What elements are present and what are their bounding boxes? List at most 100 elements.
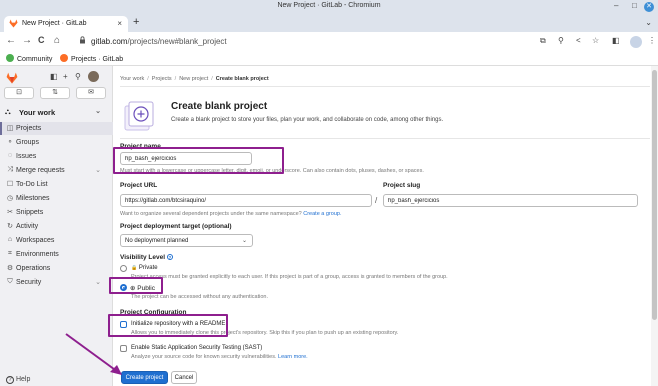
visibility-public-help: The project can be accessed without any … bbox=[131, 294, 268, 300]
sidebar-item-workspaces[interactable]: ⌂ Workspaces bbox=[0, 234, 113, 247]
visibility-public-radio[interactable] bbox=[120, 284, 127, 291]
site-info-icon[interactable] bbox=[79, 36, 86, 44]
info-icon[interactable]: ? bbox=[166, 254, 173, 260]
sidebar-item-security[interactable]: ⛉ Security ⌄ bbox=[0, 276, 113, 289]
cancel-button[interactable]: Cancel bbox=[171, 371, 197, 384]
sidebar-item-todo-list[interactable]: ☐ To-Do List bbox=[0, 178, 113, 191]
reload-icon[interactable]: C bbox=[38, 35, 45, 45]
visibility-public-label[interactable]: ⊕ Public bbox=[130, 284, 155, 292]
visibility-private-label[interactable]: 🔒 Private bbox=[131, 265, 158, 271]
sidebar-item-operations[interactable]: ⚙ Operations bbox=[0, 262, 113, 275]
sidebar-item-label: Security bbox=[16, 279, 42, 286]
sidebar-item-projects[interactable]: ◫ Projects bbox=[0, 122, 113, 135]
bookmark-star-icon[interactable]: ☆ bbox=[592, 36, 599, 45]
sidebar-item-environments[interactable]: ⌗ Environments bbox=[0, 248, 113, 261]
workspace-icon: ⌂ bbox=[7, 236, 13, 243]
todos-counter[interactable]: ✉ bbox=[76, 87, 106, 99]
browser-tab[interactable]: New Project · GitLab × bbox=[4, 16, 128, 32]
chevron-down-icon: ⌄ bbox=[95, 108, 101, 115]
help-icon: ? bbox=[6, 376, 14, 384]
page-scrollbar[interactable] bbox=[651, 66, 658, 386]
deployment-target-select[interactable]: No deployment planned ⌄ bbox=[120, 234, 253, 247]
forward-icon[interactable]: → bbox=[22, 35, 32, 46]
search-icon[interactable]: ⚲ bbox=[75, 72, 81, 81]
readme-checkbox[interactable] bbox=[120, 321, 127, 328]
help-link[interactable]: ? Help bbox=[6, 376, 30, 384]
project-icon: ◫ bbox=[6, 125, 14, 132]
breadcrumb: Your work / Projects / New project / Create bl… bbox=[120, 76, 269, 82]
maximize-button[interactable]: □ bbox=[632, 1, 637, 10]
lock-icon: 🔒 bbox=[131, 265, 138, 271]
sidebar-toggle-icon[interactable]: ◧ bbox=[50, 72, 58, 81]
gitlab-sidebar: ◧ + ⚲ ⊡ ⇅ ✉ ⛬ Your work ⌄ ◫ Projects ⚬ G… bbox=[0, 66, 113, 386]
project-slug-input[interactable] bbox=[383, 194, 638, 207]
readme-label[interactable]: Initialize repository with a README bbox=[131, 321, 225, 327]
your-work-icon: ⛬ bbox=[5, 107, 11, 116]
breadcrumb-new-project[interactable]: New project bbox=[179, 76, 208, 82]
sidebar-item-issues[interactable]: ◌ Issues bbox=[0, 150, 113, 163]
sidebar-item-groups[interactable]: ⚬ Groups bbox=[0, 136, 113, 149]
sidebar-item-label: Activity bbox=[16, 223, 39, 230]
project-url-value: https://gitlab.com/btcsiraquino/ bbox=[125, 198, 207, 204]
sidebar-item-merge-requests[interactable]: ⤨ Merge requests ⌄ bbox=[0, 164, 113, 177]
visibility-private-radio[interactable] bbox=[120, 265, 127, 272]
history-icon: ↻ bbox=[7, 223, 13, 230]
sidebar-item-label: Operations bbox=[16, 265, 51, 272]
bookmark-projects-gitlab[interactable]: Projects · GitLab bbox=[60, 54, 123, 63]
zoom-icon[interactable]: ⚲ bbox=[558, 36, 564, 45]
sast-help: Analyze your source code for known secur… bbox=[131, 354, 308, 360]
url-text: gitlab.com/projects/new#blank_project bbox=[91, 37, 227, 46]
bookmark-community[interactable]: Community bbox=[6, 54, 52, 63]
project-url-namespace-select[interactable]: https://gitlab.com/btcsiraquino/ bbox=[120, 194, 372, 207]
sidebar-item-snippets[interactable]: ✂ Snippets bbox=[0, 206, 113, 219]
window-titlebar: New Project · GitLab - Chromium – □ ✕ bbox=[0, 0, 658, 14]
minimize-button[interactable]: – bbox=[614, 1, 618, 10]
project-name-input[interactable] bbox=[120, 152, 252, 165]
back-icon[interactable]: ← bbox=[6, 35, 16, 46]
sidebar-item-label: Workspaces bbox=[16, 237, 55, 244]
breadcrumb-your-work[interactable]: Your work bbox=[120, 76, 144, 82]
breadcrumb-separator: / bbox=[147, 76, 149, 82]
sidebar-section-your-work[interactable]: ⛬ Your work ⌄ bbox=[0, 105, 113, 119]
sidebar-item-milestones[interactable]: ◷ Milestones bbox=[0, 192, 113, 205]
breadcrumb-separator: / bbox=[174, 76, 177, 82]
sast-learn-more-link[interactable]: Learn more. bbox=[278, 354, 308, 360]
todo-icon: ☐ bbox=[6, 181, 14, 188]
bookmark-label: Projects · GitLab bbox=[71, 56, 124, 63]
new-tab-button[interactable]: + bbox=[133, 16, 139, 28]
sidebar-item-activity[interactable]: ↻ Activity bbox=[0, 220, 113, 233]
user-avatar[interactable] bbox=[88, 71, 99, 82]
tab-search-icon[interactable]: ⌄ bbox=[645, 18, 652, 27]
browser-menu-icon[interactable]: ⋮ bbox=[648, 36, 656, 45]
project-configuration-label: Project Configuration bbox=[120, 309, 187, 316]
translate-icon[interactable]: ⧉ bbox=[540, 36, 546, 46]
clock-icon: ◷ bbox=[6, 195, 14, 202]
sidebar-item-label: To-Do List bbox=[16, 181, 48, 188]
gitlab-favicon-icon bbox=[60, 54, 68, 62]
window-close-button[interactable]: ✕ bbox=[644, 2, 654, 12]
merge-requests-counter[interactable]: ⇅ bbox=[40, 87, 70, 99]
page-title: Create blank project bbox=[171, 101, 268, 112]
community-favicon-icon bbox=[6, 54, 14, 62]
profile-avatar[interactable] bbox=[630, 36, 642, 48]
sidebar-item-label: Environments bbox=[16, 251, 59, 258]
tab-close-icon[interactable]: × bbox=[117, 19, 122, 28]
browser-toolbar: ← → C ⌂ gitlab.com/projects/new#blank_pr… bbox=[0, 32, 658, 52]
sast-label[interactable]: Enable Static Application Security Testi… bbox=[131, 345, 262, 351]
breadcrumb-projects[interactable]: Projects bbox=[152, 76, 172, 82]
sast-checkbox[interactable] bbox=[120, 345, 127, 352]
create-project-button[interactable]: Create project bbox=[121, 371, 168, 384]
create-group-link[interactable]: Create a group. bbox=[303, 211, 341, 217]
divider bbox=[120, 138, 650, 139]
gitlab-logo-icon[interactable] bbox=[6, 72, 18, 84]
create-new-icon[interactable]: + bbox=[63, 72, 68, 81]
chevron-down-icon: ⌄ bbox=[95, 167, 101, 174]
issues-counter[interactable]: ⊡ bbox=[4, 87, 34, 99]
side-panel-icon[interactable]: ◧ bbox=[612, 36, 620, 45]
tab-strip: New Project · GitLab × + ⌄ bbox=[0, 14, 658, 32]
share-icon[interactable]: < bbox=[576, 36, 581, 45]
scrollbar-thumb[interactable] bbox=[652, 70, 657, 320]
address-bar[interactable]: gitlab.com/projects/new#blank_project bbox=[75, 34, 555, 50]
home-icon[interactable]: ⌂ bbox=[54, 35, 60, 46]
main-content: Your work / Projects / New project / Create bl… bbox=[113, 66, 658, 386]
